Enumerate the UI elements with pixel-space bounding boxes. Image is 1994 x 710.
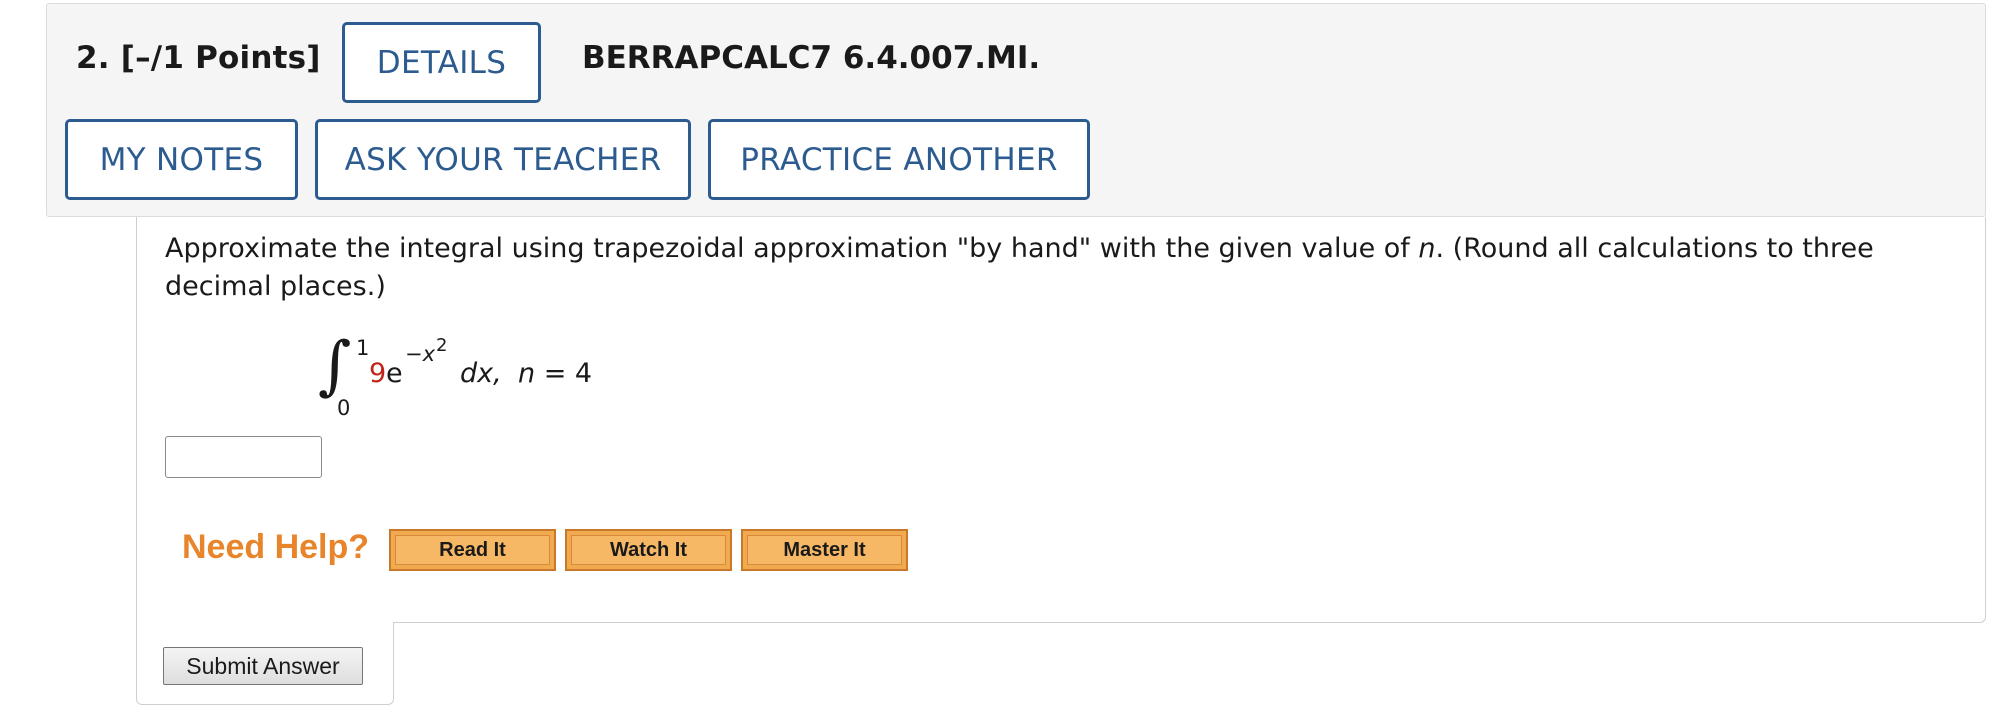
integral-upper-limit: 1 [356,336,370,360]
integral-differential: dx, [460,358,502,389]
practice-another-button[interactable]: PRACTICE ANOTHER [708,119,1090,200]
integrand-base: e [386,358,403,389]
integrand-exponent-power: 2 [436,335,448,356]
answer-input[interactable] [165,436,322,478]
integral-lower-limit: 0 [337,396,351,420]
ask-your-teacher-button[interactable]: ASK YOUR TEACHER [315,119,691,200]
integrand-exponent: −x [405,342,436,366]
read-it-button[interactable]: Read It [389,529,556,571]
integrand-coefficient: 9 [369,358,387,389]
my-notes-button[interactable]: MY NOTES [65,119,298,200]
n-value: n = 4 [518,358,593,389]
n-variable: n [1418,233,1436,264]
question-prompt: Approximate the integral using trapezoid… [165,233,1874,302]
need-help-label: Need Help? [182,528,370,566]
master-it-button[interactable]: Master It [741,529,908,571]
details-button[interactable]: DETAILS [342,22,541,103]
integral-sign-icon: ∫ [318,329,352,403]
question-number-points: 2. [–/1 Points] [76,40,321,76]
watch-it-button[interactable]: Watch It [565,529,732,571]
question-id: BERRAPCALC7 6.4.007.MI. [582,40,1041,76]
submit-answer-button[interactable]: Submit Answer [163,647,363,685]
